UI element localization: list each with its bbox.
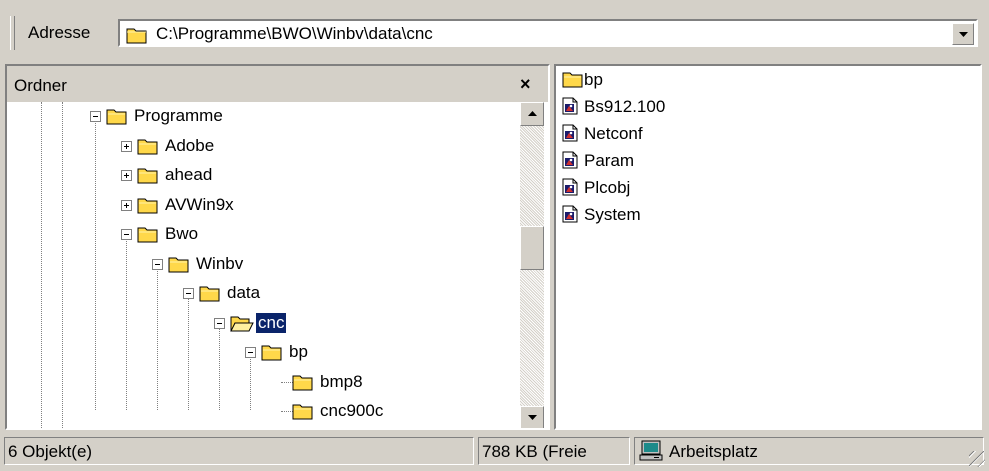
file-list: bp Bs912.100 Netconf Param Plcobj System: [554, 64, 982, 430]
tree-guide-line: [188, 298, 190, 410]
folder-icon: [126, 26, 148, 49]
folder-icon: [199, 284, 221, 307]
file-item-label: System: [584, 205, 641, 224]
tree-item-label: Bwo: [165, 224, 199, 243]
computer-icon: [639, 440, 663, 464]
address-bar: Adresse C:\Programme\BWO\Winbv\data\cnc: [8, 12, 980, 54]
tree-guide-line: [62, 102, 64, 428]
folder-icon: [261, 343, 283, 366]
file-item-label: Param: [584, 151, 635, 170]
file-icon: [562, 205, 578, 228]
file-item-label: Bs912.100: [584, 97, 666, 116]
folder-icon: [137, 225, 159, 248]
folder-icon: [168, 255, 190, 278]
file-item-label: bp: [584, 70, 603, 89]
tree-item-label: Winbv: [196, 253, 244, 273]
arrow-up-icon: [528, 111, 537, 116]
folder-icon: [137, 196, 159, 219]
file-icon: [562, 124, 578, 147]
file-item-label: Netconf: [584, 124, 643, 143]
tree-guide-line: [157, 268, 159, 410]
close-icon[interactable]: ×: [520, 74, 531, 95]
collapse-icon[interactable]: [183, 288, 194, 299]
folder-icon: [106, 107, 128, 130]
tree-item-label: cnc900c: [320, 401, 384, 420]
tree-item-label: ahead: [165, 165, 213, 184]
status-location: Arbeitsplatz: [669, 442, 758, 461]
collapse-icon[interactable]: [152, 258, 163, 270]
scroll-down-button[interactable]: [520, 406, 544, 428]
file-icon: [562, 151, 578, 174]
tree-item-label: Adobe: [165, 135, 215, 155]
tree-item-label: bmp8: [320, 371, 363, 391]
scroll-up-button[interactable]: [520, 102, 544, 126]
status-bar: 6 Objekt(e) 788 KB (Freie Arbeitsplatz: [0, 433, 989, 471]
file-item-label: Plcobj: [584, 178, 631, 197]
chevron-down-icon: [959, 32, 968, 37]
folders-pane-header: Ordner ×: [7, 66, 548, 102]
arrow-down-icon: [528, 415, 537, 420]
collapse-icon[interactable]: [121, 229, 132, 240]
file-icon: [562, 178, 578, 201]
tree-guide-line: [126, 239, 128, 410]
expand-icon[interactable]: [121, 170, 132, 181]
resize-grip[interactable]: [969, 451, 985, 467]
tree-guide-line: [219, 327, 221, 410]
tree-guide-line: [95, 121, 97, 410]
tree-item-label: data: [227, 283, 261, 302]
expand-icon[interactable]: [121, 199, 132, 211]
expand-icon[interactable]: [121, 140, 132, 152]
status-objects: 6 Objekt(e): [8, 442, 93, 461]
tree-item-label: bp: [289, 342, 308, 361]
file-icon: [562, 97, 578, 120]
address-dropdown-button[interactable]: [952, 23, 974, 45]
scroll-thumb[interactable]: [520, 226, 544, 270]
folder-icon: [292, 402, 314, 425]
status-free-space: 788 KB (Freie: [482, 442, 587, 461]
tree-item-label: AVWin9x: [165, 194, 234, 214]
status-free-panel: 788 KB (Freie: [478, 437, 630, 465]
status-objects-panel: 6 Objekt(e): [4, 437, 474, 465]
open-folder-icon: [230, 314, 254, 337]
toolbar-grip[interactable]: [10, 16, 15, 50]
folder-icon: [292, 373, 314, 396]
tree-guide-line: [250, 357, 252, 410]
tree-item-label: cnc: [254, 311, 288, 334]
folder-tree: Programme Adobe ahead AVWin9x Bwo Winbv data cn…: [7, 102, 517, 428]
collapse-icon[interactable]: [214, 317, 225, 329]
status-location-panel: Arbeitsplatz: [634, 437, 984, 465]
address-input[interactable]: C:\Programme\BWO\Winbv\data\cnc: [156, 24, 433, 44]
tree-guide-line: [41, 102, 43, 428]
folders-pane: Ordner × Programme Adobe ahead AVWin9x Bwo Wi…: [5, 64, 550, 430]
folder-icon: [137, 166, 159, 189]
tree-item-label: Programme: [134, 106, 223, 125]
folder-icon: [137, 137, 159, 160]
tree-scrollbar[interactable]: [520, 102, 544, 428]
collapse-icon[interactable]: [90, 111, 101, 122]
collapse-icon[interactable]: [245, 347, 256, 358]
folder-icon: [562, 70, 584, 93]
folders-pane-title: Ordner: [14, 76, 67, 95]
address-combobox[interactable]: C:\Programme\BWO\Winbv\data\cnc: [118, 19, 978, 47]
address-label: Adresse: [28, 23, 91, 42]
